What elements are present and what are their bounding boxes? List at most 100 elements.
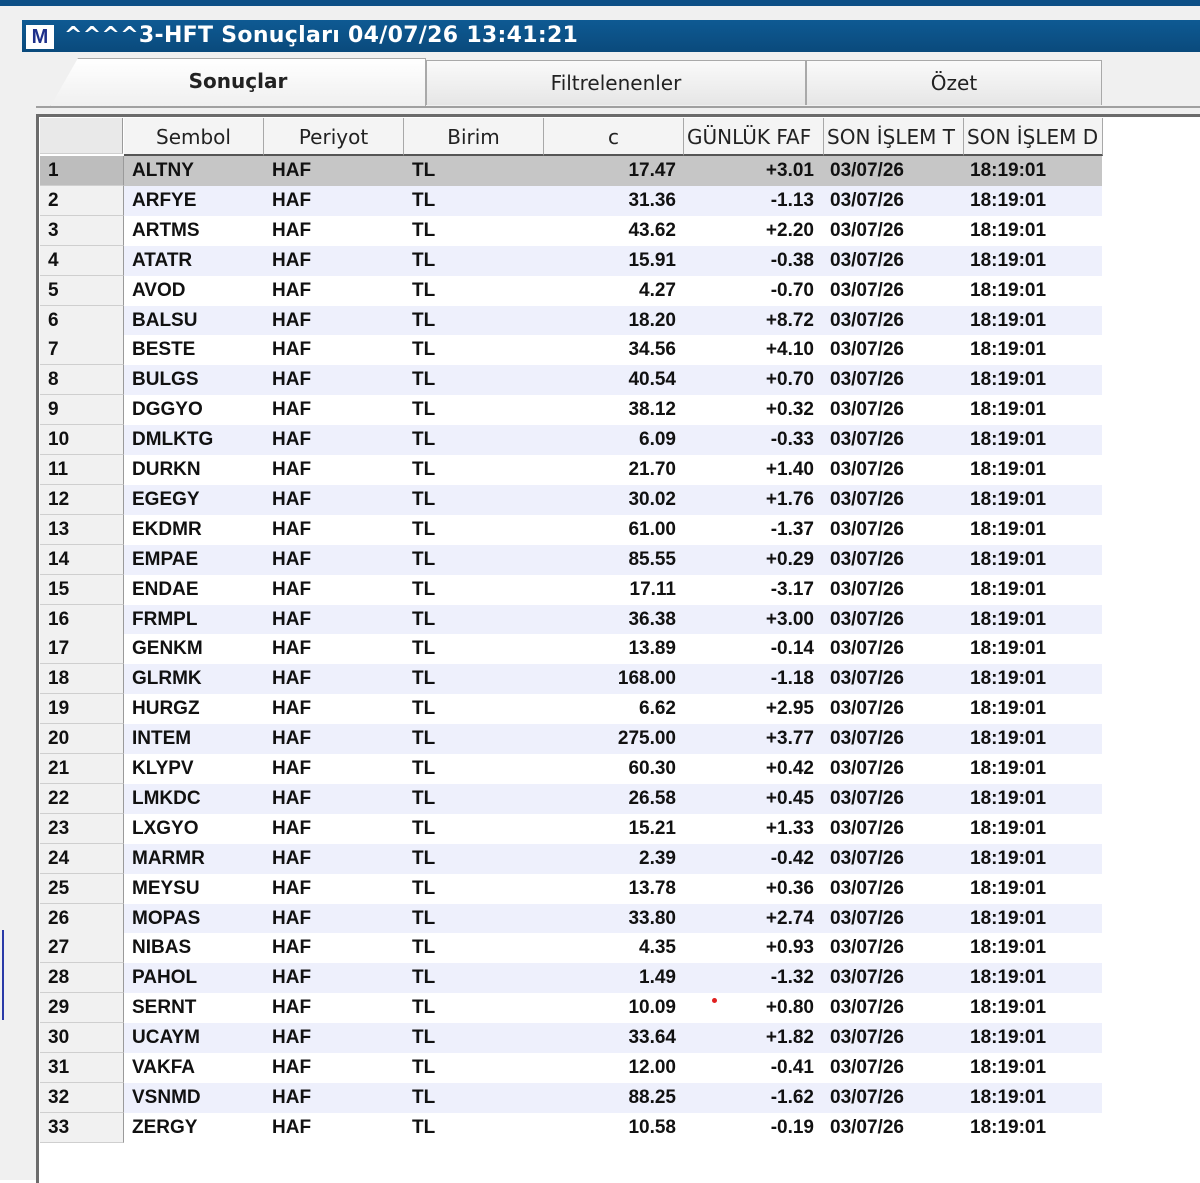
tab-divider <box>36 106 1200 108</box>
cell-periyot: HAF <box>272 1086 312 1108</box>
tab-sonuclar[interactable]: Sonuçlar <box>50 58 426 107</box>
cell-periyot: HAF <box>272 728 312 750</box>
table-row[interactable]: 11 DURKN HAF TL 21.70 +1.40 03/07/26 18:19:01 <box>40 455 1102 485</box>
table-row[interactable]: 33 ZERGY HAF TL 10.58 -0.19 03/07/26 18:19:01 <box>40 1112 1102 1143</box>
table-row[interactable]: 19 HURGZ HAF TL 6.62 +2.95 03/07/26 18:19:01 <box>40 694 1102 725</box>
header-sembol[interactable]: Sembol <box>124 118 264 156</box>
cell-sembol: INTEM <box>132 728 192 750</box>
table-row[interactable]: 10 DMLKTG HAF TL 6.09 -0.33 03/07/26 18:19:01 <box>40 425 1102 456</box>
table-row[interactable]: 17 GENKM HAF TL 13.89 -0.14 03/07/26 18:19:01 <box>40 634 1102 665</box>
cell-periyot: HAF <box>272 608 312 630</box>
table-row[interactable]: 30 UCAYM HAF TL 33.64 +1.82 03/07/26 18:19:01 <box>40 1023 1102 1054</box>
cell-c: 4.27 <box>639 279 676 301</box>
tab-ozet[interactable]: Özet <box>806 60 1102 105</box>
cell-birim: TL <box>412 967 436 989</box>
cell-son-islem-saati: 18:19:01 <box>970 1027 1047 1049</box>
cell-gunluk-fark: -1.32 <box>770 967 814 989</box>
cell-c: 31.36 <box>628 189 676 211</box>
cell-periyot: HAF <box>272 1027 312 1049</box>
row-number: 7 <box>40 335 124 366</box>
cell-son-islem-saati: 18:19:01 <box>970 578 1047 600</box>
table-row[interactable]: 7 BESTE HAF TL 34.56 +4.10 03/07/26 18:19:01 <box>40 335 1102 366</box>
cell-periyot: HAF <box>272 967 312 989</box>
cell-gunluk-fark: -0.14 <box>770 638 814 660</box>
cell-birim: TL <box>412 160 436 181</box>
table-row[interactable]: 28 PAHOL HAF TL 1.49 -1.32 03/07/26 18:19:01 <box>40 963 1102 994</box>
table-row[interactable]: 29 SERNT HAF TL 10.09 +0.80 03/07/26 18:19:01 <box>40 993 1102 1024</box>
cell-birim: TL <box>412 309 436 331</box>
table-row[interactable]: 24 MARMR HAF TL 2.39 -0.42 03/07/26 18:19:01 <box>40 843 1102 874</box>
cell-c: 17.11 <box>629 578 677 600</box>
table-row[interactable]: 21 KLYPV HAF TL 60.30 +0.42 03/07/26 18:19:01 <box>40 754 1102 784</box>
header-son-islem-saati[interactable]: SON İŞLEM D <box>964 118 1103 156</box>
cell-sembol: HURGZ <box>132 698 200 720</box>
table-row[interactable]: 9 DGGYO HAF TL 38.12 +0.32 03/07/26 18:19:01 <box>40 395 1102 426</box>
cell-son-islem-saati: 18:19:01 <box>970 189 1047 211</box>
cell-periyot: HAF <box>272 518 312 540</box>
row-number: 26 <box>40 903 124 934</box>
cell-periyot: HAF <box>272 638 312 660</box>
table-row[interactable]: 8 BULGS HAF TL 40.54 +0.70 03/07/26 18:19:01 <box>40 365 1102 396</box>
cell-gunluk-fark: +2.74 <box>765 907 814 929</box>
row-number: 21 <box>40 754 124 784</box>
table-row[interactable]: 2 ARFYE HAF TL 31.36 -1.13 03/07/26 18:19:01 <box>40 185 1102 216</box>
table-row[interactable]: 18 GLRMK HAF TL 168.00 -1.18 03/07/26 18:19:01 <box>40 664 1102 695</box>
table-row[interactable]: 12 EGEGY HAF TL 30.02 +1.76 03/07/26 18:19:01 <box>40 484 1102 515</box>
cell-birim: TL <box>412 907 436 929</box>
cell-sembol: EKDMR <box>132 518 202 540</box>
table-row[interactable]: 4 ATATR HAF TL 15.91 -0.38 03/07/26 18:19:01 <box>40 245 1102 276</box>
cell-son-islem-tarihi: 03/07/26 <box>830 1086 904 1108</box>
tab-filtrelenenler[interactable]: Filtrelenenler <box>426 60 806 105</box>
cell-gunluk-fark: -1.18 <box>770 668 814 690</box>
cell-gunluk-fark: -0.70 <box>770 279 814 301</box>
cell-son-islem-tarihi: 03/07/26 <box>830 997 904 1019</box>
table-row[interactable]: 32 VSNMD HAF TL 88.25 -1.62 03/07/26 18:19:01 <box>40 1082 1102 1113</box>
cell-periyot: HAF <box>272 548 312 570</box>
table-row[interactable]: 6 BALSU HAF TL 18.20 +8.72 03/07/26 18:19:01 <box>40 305 1102 336</box>
cell-birim: TL <box>412 638 436 660</box>
table-row[interactable]: 31 VAKFA HAF TL 12.00 -0.41 03/07/26 18:19:01 <box>40 1053 1102 1083</box>
cell-son-islem-tarihi: 03/07/26 <box>830 907 904 929</box>
table-row[interactable]: 15 ENDAE HAF TL 17.11 -3.17 03/07/26 18:19:01 <box>40 574 1102 605</box>
cell-c: 13.78 <box>628 877 676 899</box>
table-row[interactable]: 5 AVOD HAF TL 4.27 -0.70 03/07/26 18:19:01 <box>40 275 1102 306</box>
header-son-islem-tarihi[interactable]: SON İŞLEM T <box>824 118 964 156</box>
cell-son-islem-tarihi: 03/07/26 <box>830 967 904 989</box>
cell-birim: TL <box>412 847 436 869</box>
header-gunluk-fark[interactable]: GÜNLÜK FAF <box>684 118 824 156</box>
cell-gunluk-fark: +0.93 <box>765 937 814 959</box>
row-number: 18 <box>40 664 124 695</box>
cell-sembol: FRMPL <box>132 608 198 630</box>
table-row[interactable]: 3 ARTMS HAF TL 43.62 +2.20 03/07/26 18:19:01 <box>40 215 1102 246</box>
cell-sembol: ARFYE <box>132 189 197 211</box>
cell-gunluk-fark: +2.20 <box>765 219 814 241</box>
cell-son-islem-saati: 18:19:01 <box>970 249 1047 271</box>
row-number: 16 <box>40 604 124 635</box>
title-bar[interactable]: M ^^^^3-HFT Sonuçları 04/07/26 13:41:21 <box>22 20 1200 52</box>
cell-birim: TL <box>412 1086 436 1108</box>
table-row[interactable]: 16 FRMPL HAF TL 36.38 +3.00 03/07/26 18:19:01 <box>40 604 1102 635</box>
cell-birim: TL <box>412 787 436 809</box>
cell-birim: TL <box>412 1116 436 1138</box>
header-birim[interactable]: Birim <box>404 118 544 156</box>
table-row[interactable]: 27 NIBAS HAF TL 4.35 +0.93 03/07/26 18:19:01 <box>40 933 1102 964</box>
header-c[interactable]: c <box>544 118 684 156</box>
table-row[interactable]: 20 INTEM HAF TL 275.00 +3.77 03/07/26 18:19:01 <box>40 724 1102 755</box>
table-row[interactable]: 22 LMKDC HAF TL 26.58 +0.45 03/07/26 18:19:01 <box>40 783 1102 814</box>
cell-son-islem-saati: 18:19:01 <box>970 907 1047 929</box>
table-row[interactable]: 23 LXGYO HAF TL 15.21 +1.33 03/07/26 18:19:01 <box>40 813 1102 844</box>
cell-son-islem-tarihi: 03/07/26 <box>830 189 904 211</box>
table-row[interactable]: 1 ALTNY HAF TL 17.47 +3.01 03/07/26 18:19:01 <box>40 156 1102 186</box>
table-row[interactable]: 26 MOPAS HAF TL 33.80 +2.74 03/07/26 18:19:01 <box>40 903 1102 934</box>
cell-son-islem-saati: 18:19:01 <box>970 369 1047 391</box>
cell-periyot: HAF <box>272 758 312 779</box>
cell-son-islem-tarihi: 03/07/26 <box>830 787 904 809</box>
cell-son-islem-saati: 18:19:01 <box>970 488 1047 510</box>
table-row[interactable]: 14 EMPAE HAF TL 85.55 +0.29 03/07/26 18:19:01 <box>40 544 1102 575</box>
cell-birim: TL <box>412 997 436 1019</box>
cell-periyot: HAF <box>272 997 312 1019</box>
table-row[interactable]: 13 EKDMR HAF TL 61.00 -1.37 03/07/26 18:19:01 <box>40 514 1102 545</box>
header-periyot[interactable]: Periyot <box>264 118 404 156</box>
table-row[interactable]: 25 MEYSU HAF TL 13.78 +0.36 03/07/26 18:19:01 <box>40 873 1102 904</box>
cell-sembol: MEYSU <box>132 877 200 899</box>
